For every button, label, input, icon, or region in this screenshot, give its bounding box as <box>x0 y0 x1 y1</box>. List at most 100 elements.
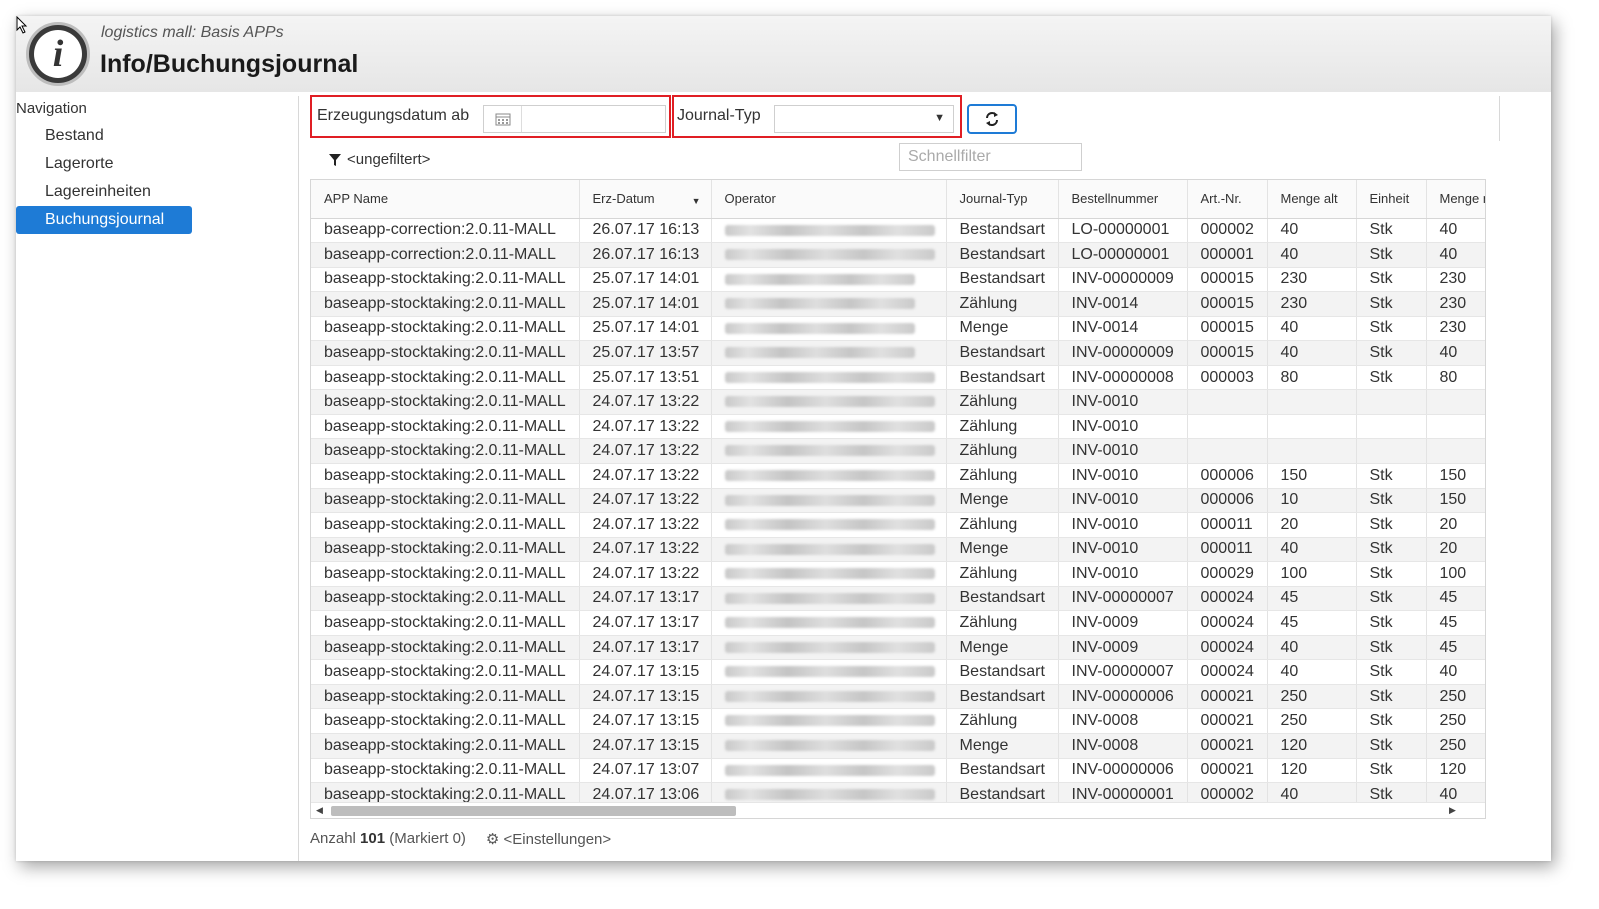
table-row[interactable]: baseapp-stocktaking:2.0.11-MALL 24.07.17 … <box>311 389 1485 415</box>
cell-bestellnummer: INV-0014 <box>1058 291 1188 317</box>
table-row[interactable]: baseapp-stocktaking:2.0.11-MALL 24.07.17 … <box>311 463 1485 489</box>
cell-operator <box>711 512 947 538</box>
cell-erz-datum: 26.07.17 16:13 <box>579 218 712 244</box>
cell-einheit: Stk <box>1356 635 1427 661</box>
cell-journal-typ: Bestandsart <box>946 340 1059 366</box>
table-row[interactable]: baseapp-stocktaking:2.0.11-MALL 24.07.17 … <box>311 414 1485 440</box>
cell-menge-alt: 120 <box>1267 733 1357 759</box>
table-row[interactable]: baseapp-stocktaking:2.0.11-MALL 24.07.17 … <box>311 438 1485 464</box>
table-row[interactable]: baseapp-stocktaking:2.0.11-MALL 24.07.17 … <box>311 512 1485 538</box>
table-row[interactable]: baseapp-stocktaking:2.0.11-MALL 24.07.17 … <box>311 733 1485 759</box>
table-footer: Anzahl 101 (Markiert 0) ⚙ <Einstellungen… <box>310 830 611 848</box>
column-header-einheit[interactable]: Einheit <box>1356 180 1427 219</box>
settings-link[interactable]: ⚙ <Einstellungen> <box>486 830 611 848</box>
cell-art-nr <box>1187 414 1268 440</box>
table-row[interactable]: baseapp-stocktaking:2.0.11-MALL 25.07.17 … <box>311 365 1485 391</box>
column-header-operator[interactable]: Operator <box>711 180 947 219</box>
column-header-art-nr[interactable]: Art.-Nr. <box>1187 180 1268 219</box>
cell-operator <box>711 684 947 710</box>
table-row[interactable]: baseapp-correction:2.0.11-MALL 26.07.17 1… <box>311 218 1485 244</box>
sidebar-item-bestand[interactable]: Bestand <box>16 122 192 150</box>
redacted-operator <box>724 789 935 801</box>
table-row[interactable]: baseapp-stocktaking:2.0.11-MALL 24.07.17 … <box>311 561 1485 587</box>
calendar-button[interactable] <box>484 106 522 132</box>
redacted-operator <box>724 666 935 678</box>
table-row[interactable]: baseapp-stocktaking:2.0.11-MALL 24.07.17 … <box>311 758 1485 784</box>
column-header-menge-alt[interactable]: Menge alt <box>1267 180 1357 219</box>
column-header-journal-typ[interactable]: Journal-Typ <box>946 180 1059 219</box>
redacted-operator <box>724 347 915 359</box>
table-row[interactable]: baseapp-stocktaking:2.0.11-MALL 24.07.17 … <box>311 488 1485 514</box>
table-row[interactable]: baseapp-stocktaking:2.0.11-MALL 25.07.17 … <box>311 316 1485 342</box>
table-row[interactable]: baseapp-stocktaking:2.0.11-MALL 24.07.17 … <box>311 537 1485 563</box>
cell-einheit: Stk <box>1356 610 1427 636</box>
cell-app-name: baseapp-stocktaking:2.0.11-MALL <box>311 733 580 759</box>
journal-type-select[interactable]: ▼ <box>774 105 954 133</box>
cell-menge-alt: 120 <box>1267 758 1357 784</box>
cell-menge-neu: 40 <box>1426 242 1485 268</box>
cell-art-nr: 000011 <box>1187 512 1268 538</box>
cell-bestellnummer: INV-0010 <box>1058 537 1188 563</box>
cell-journal-typ: Zählung <box>946 512 1059 538</box>
cell-erz-datum: 24.07.17 13:22 <box>579 512 712 538</box>
cell-art-nr: 000006 <box>1187 488 1268 514</box>
cell-app-name: baseapp-stocktaking:2.0.11-MALL <box>311 758 580 784</box>
cell-menge-alt: 40 <box>1267 340 1357 366</box>
date-filter-group: Erzeugungsdatum ab <box>310 95 671 138</box>
column-header-menge-neu[interactable]: Menge n <box>1426 180 1485 219</box>
cell-app-name: baseapp-stocktaking:2.0.11-MALL <box>311 561 580 587</box>
info-logo-icon: i <box>26 22 90 86</box>
table-row[interactable]: baseapp-stocktaking:2.0.11-MALL 24.07.17 … <box>311 635 1485 661</box>
column-header-bestellnummer[interactable]: Bestellnummer <box>1058 180 1188 219</box>
horizontal-scroll-thumb[interactable] <box>331 806 736 816</box>
date-field[interactable] <box>483 105 666 133</box>
cell-operator <box>711 635 947 661</box>
redacted-operator <box>724 445 935 457</box>
cell-bestellnummer: INV-0010 <box>1058 512 1188 538</box>
cell-operator <box>711 610 947 636</box>
table-row[interactable]: baseapp-stocktaking:2.0.11-MALL 24.07.17 … <box>311 708 1485 734</box>
refresh-button[interactable] <box>967 104 1017 134</box>
table-row[interactable]: baseapp-stocktaking:2.0.11-MALL 24.07.17 … <box>311 659 1485 685</box>
cell-menge-alt: 100 <box>1267 561 1357 587</box>
table-row[interactable]: baseapp-correction:2.0.11-MALL 26.07.17 1… <box>311 242 1485 268</box>
table-row[interactable]: baseapp-stocktaking:2.0.11-MALL 24.07.17 … <box>311 684 1485 710</box>
horizontal-scrollbar[interactable]: ◀ ▶ <box>311 802 1485 818</box>
redacted-operator <box>724 568 935 580</box>
cell-bestellnummer: INV-0010 <box>1058 463 1188 489</box>
cell-menge-alt: 150 <box>1267 463 1357 489</box>
marked-count: (Markiert 0) <box>389 830 466 847</box>
table-row[interactable]: baseapp-stocktaking:2.0.11-MALL 25.07.17 … <box>311 291 1485 317</box>
sidebar-item-lagereinheiten[interactable]: Lagereinheiten <box>16 178 192 206</box>
cell-erz-datum: 24.07.17 13:17 <box>579 635 712 661</box>
content-divider <box>298 96 299 861</box>
sidebar-item-lagerorte[interactable]: Lagerorte <box>16 150 192 178</box>
scroll-left-icon[interactable]: ◀ <box>316 805 323 816</box>
cell-erz-datum: 24.07.17 13:22 <box>579 414 712 440</box>
column-header-app-name[interactable]: APP Name <box>311 180 580 219</box>
cell-operator <box>711 659 947 685</box>
cell-journal-typ: Zählung <box>946 708 1059 734</box>
cell-bestellnummer: INV-00000007 <box>1058 586 1188 612</box>
cell-operator <box>711 537 947 563</box>
cell-operator <box>711 463 947 489</box>
column-header-erz-datum[interactable]: Erz-Datum ▼ <box>579 180 712 219</box>
cell-journal-typ: Bestandsart <box>946 218 1059 244</box>
cell-bestellnummer: LO-00000001 <box>1058 218 1188 244</box>
table-row[interactable]: baseapp-stocktaking:2.0.11-MALL 24.07.17 … <box>311 610 1485 636</box>
quick-filter-input[interactable] <box>899 143 1082 171</box>
table-row[interactable]: baseapp-stocktaking:2.0.11-MALL 25.07.17 … <box>311 340 1485 366</box>
table-row[interactable]: baseapp-stocktaking:2.0.11-MALL 25.07.17 … <box>311 267 1485 293</box>
cell-erz-datum: 24.07.17 13:22 <box>579 389 712 415</box>
sidebar-item-buchungsjournal[interactable]: Buchungsjournal <box>16 206 192 234</box>
cell-art-nr: 000024 <box>1187 610 1268 636</box>
scroll-right-icon[interactable]: ▶ <box>1449 805 1456 816</box>
cell-app-name: baseapp-stocktaking:2.0.11-MALL <box>311 635 580 661</box>
cell-einheit: Stk <box>1356 512 1427 538</box>
cell-operator <box>711 488 947 514</box>
cell-menge-alt: 40 <box>1267 659 1357 685</box>
cell-bestellnummer: INV-0008 <box>1058 733 1188 759</box>
filter-state[interactable]: <ungefiltert> <box>329 151 430 168</box>
table-row[interactable]: baseapp-stocktaking:2.0.11-MALL 24.07.17 … <box>311 586 1485 612</box>
redacted-operator <box>724 371 935 383</box>
